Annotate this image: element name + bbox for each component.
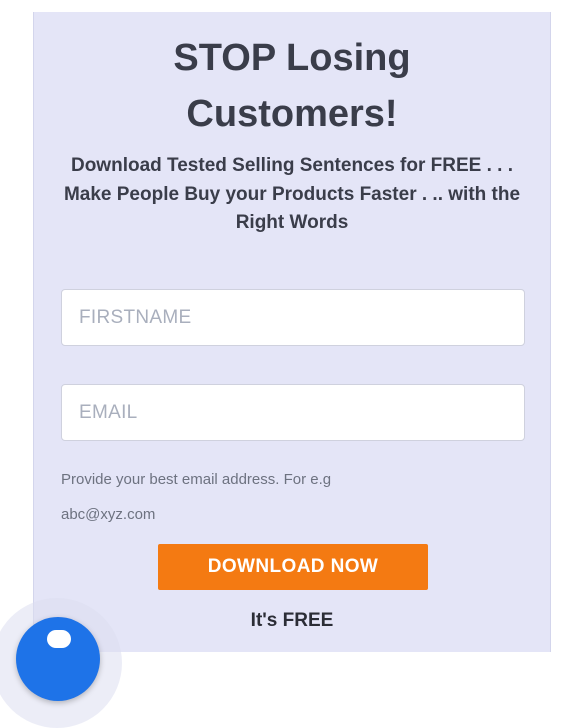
headline-line-2: Customers!: [186, 93, 398, 135]
email-hint-line-2: abc@xyz.com: [61, 506, 156, 523]
subheadline: Download Tested Selling Sentences for FR…: [63, 155, 521, 233]
headline-line-1: STOP Losing: [173, 37, 411, 79]
email-hint-line-1: Provide your best email address. For e.g: [61, 471, 332, 488]
chat-icon: [47, 630, 71, 648]
download-now-button[interactable]: DOWNLOAD NOW: [158, 544, 428, 590]
email-input[interactable]: [61, 384, 525, 441]
email-hint: Provide your best email address. For e.g…: [61, 462, 530, 532]
optin-panel: STOP Losing Customers! Download Tested S…: [33, 12, 551, 652]
headline: STOP Losing Customers!: [34, 30, 550, 142]
firstname-input[interactable]: [61, 289, 525, 346]
